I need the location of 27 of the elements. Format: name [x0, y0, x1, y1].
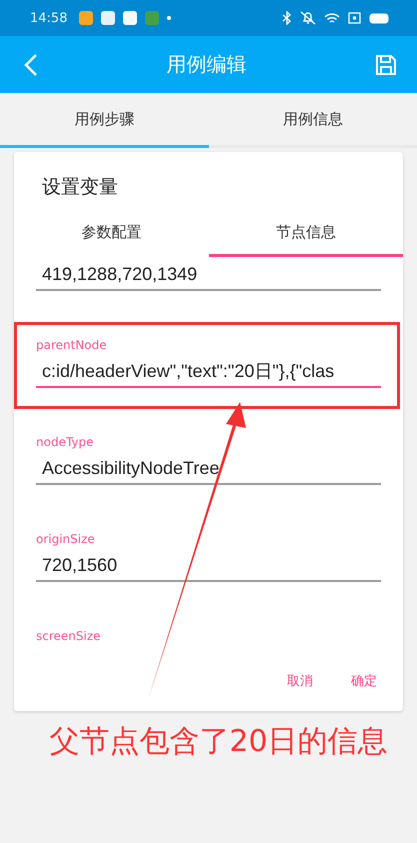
- app-icon: [145, 11, 160, 25]
- dialog-tab[interactable]: 参数配置: [14, 210, 208, 257]
- field-label: originSize: [36, 531, 96, 548]
- save-icon[interactable]: [375, 54, 397, 76]
- wifi-icon: [324, 12, 340, 24]
- battery-icon: [369, 12, 389, 24]
- field-label: screenSize: [36, 628, 102, 645]
- back-icon[interactable]: [24, 52, 38, 76]
- field-label: nodeType: [36, 434, 95, 451]
- status-time: 14:58: [30, 10, 68, 26]
- bell-mute-icon: [300, 11, 316, 25]
- dialog-title: 设置变量: [41, 175, 119, 200]
- screen-icon: [348, 12, 361, 24]
- notification-dot-icon: [167, 16, 172, 20]
- input-field[interactable]: 720,1560: [36, 548, 381, 582]
- annotation-caption: 父节点包含了20日的信息: [48, 723, 389, 761]
- input-field[interactable]: c:id/headerView","text":"20日"},{"clas: [36, 354, 381, 388]
- app-icon: [101, 11, 116, 25]
- input-field[interactable]: 419,1288,720,1349: [36, 257, 381, 291]
- field-label: parentNode: [36, 337, 108, 354]
- bluetooth-icon: [282, 11, 292, 25]
- app-icon: [123, 11, 138, 25]
- tab[interactable]: 用例信息: [208, 93, 417, 148]
- app-icon: [79, 11, 94, 25]
- screen-title: 用例编辑: [166, 51, 246, 78]
- dialog-tab[interactable]: 节点信息: [208, 210, 403, 257]
- tab[interactable]: 用例步骤: [0, 93, 208, 148]
